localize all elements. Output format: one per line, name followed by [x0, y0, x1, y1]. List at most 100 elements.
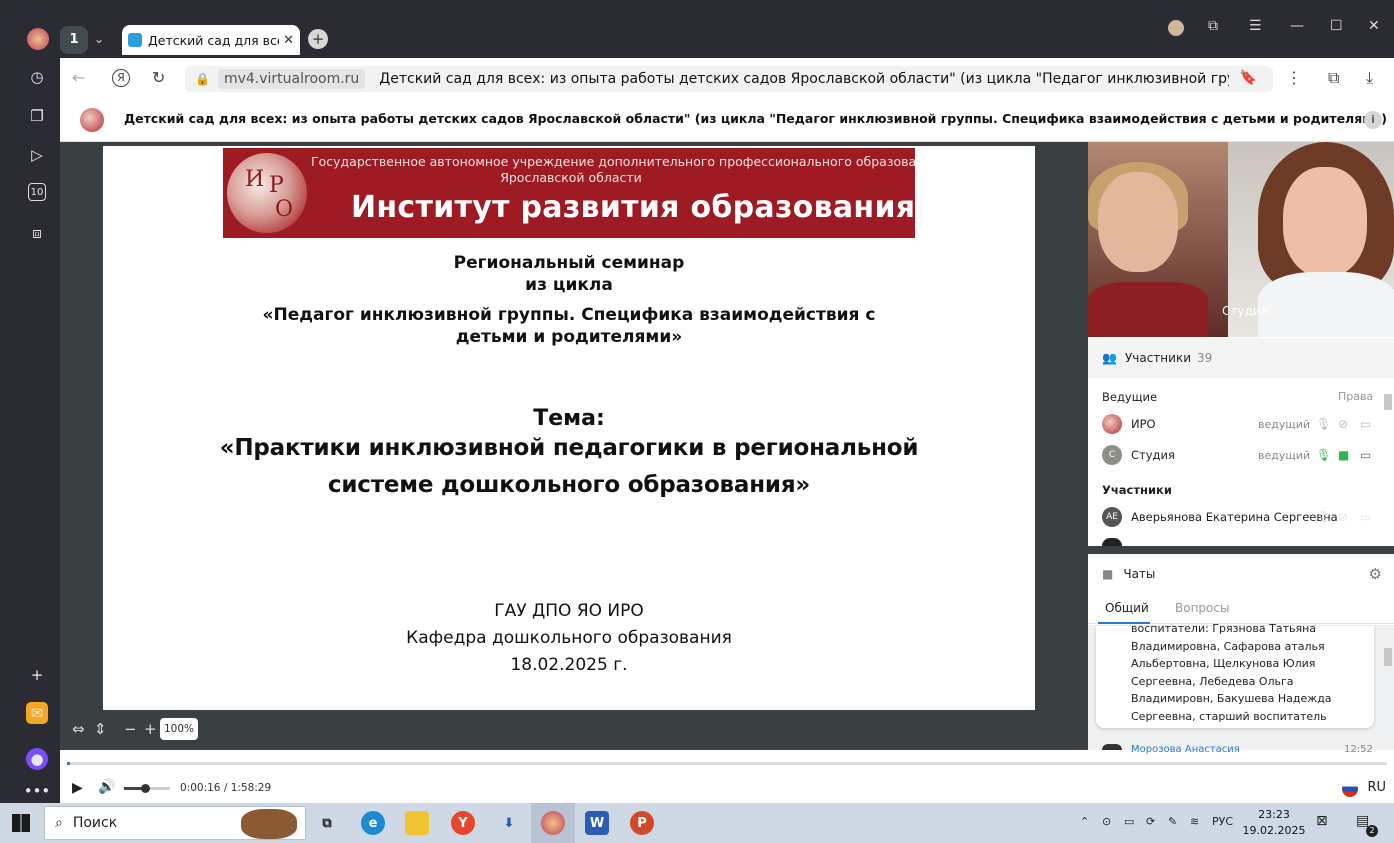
screen-share-icon[interactable]: ▭ [1360, 417, 1371, 431]
chat-message-text: воспитатели: Грязнова Татьяна Владимиров… [1131, 622, 1332, 722]
bookmark-icon[interactable]: 🔖 [1240, 70, 1257, 86]
profile-avatar[interactable] [27, 28, 49, 50]
seminar-line-2: из цикла [525, 275, 613, 295]
zoom-level[interactable]: 100% [160, 718, 198, 740]
maximize-icon[interactable]: ☐ [1330, 18, 1343, 34]
participant-row[interactable]: С Студия ведущий 🎙 ■ ▭ [1102, 444, 1378, 466]
start-icon[interactable] [12, 814, 30, 832]
mail-icon[interactable]: ✉ [26, 702, 48, 724]
task-view-icon[interactable]: ⧉ [315, 811, 339, 835]
url-field[interactable]: 🔒 mv4.virtualroom.ru Детский сад для все… [185, 66, 1273, 92]
fit-page-icon[interactable]: ⇕ [94, 720, 107, 738]
participants-header[interactable]: 👥 Участники 39 [1088, 338, 1394, 378]
app-icon[interactable]: ⬇ [497, 811, 521, 835]
sync-icon[interactable]: ⟳ [1146, 815, 1155, 828]
video-icon[interactable]: ▷ [26, 144, 48, 166]
chat-time: 12:52 [1344, 744, 1373, 755]
tab-general[interactable]: Общий [1105, 601, 1149, 615]
clock[interactable]: 23:23 19.02.2025 [1240, 807, 1308, 839]
camera-on-icon[interactable]: ■ [1338, 448, 1349, 462]
new-tab-button[interactable]: + [308, 29, 328, 49]
volume-icon[interactable]: 🔊 [98, 779, 115, 795]
tab-questions[interactable]: Вопросы [1175, 601, 1229, 615]
page-menu-icon[interactable]: ⋮ [1286, 68, 1302, 87]
downloads-icon[interactable]: ⤓ [1366, 68, 1373, 88]
alice-icon[interactable]: ● [26, 748, 48, 770]
camera-off-icon[interactable]: ⊘ [1338, 417, 1348, 431]
mic-off-icon[interactable]: 🎙 [1316, 417, 1331, 431]
calendar-icon[interactable]: 10 [28, 183, 46, 201]
powerpoint-icon[interactable]: P [630, 811, 654, 835]
face-shape [1283, 167, 1367, 277]
yandex-active-icon[interactable] [541, 811, 565, 835]
zoom-in-button[interactable]: + [144, 720, 157, 738]
input-language[interactable]: РУС [1212, 815, 1233, 828]
explorer-icon[interactable] [405, 811, 429, 835]
participants-title: Участники [1124, 351, 1191, 365]
language-label[interactable]: RU [1367, 780, 1386, 795]
active-tab[interactable]: Детский сад для всех: ✕ [122, 25, 300, 55]
chat-header: ■ Чаты ⚙ [1088, 554, 1394, 594]
zoom-out-button[interactable]: − [124, 720, 137, 738]
screenshot-icon[interactable]: ⧈ [26, 222, 48, 244]
chat-scrollbar[interactable] [1384, 648, 1392, 666]
more-icon[interactable]: ••• [24, 780, 51, 802]
extensions-icon[interactable]: ⧉ [1328, 68, 1339, 88]
progress-fill [67, 762, 70, 765]
pen-icon[interactable]: ✎ [1168, 815, 1177, 828]
word-icon[interactable]: W [585, 811, 609, 835]
avatar: АЕ [1102, 507, 1122, 527]
otter-icon [241, 809, 297, 839]
info-icon[interactable]: i [1364, 111, 1382, 129]
cycle-line-1: «Педагог инклюзивной группы. Специфика в… [262, 305, 876, 325]
bookmarks-icon[interactable]: ❐ [26, 105, 48, 127]
collections-icon[interactable]: ⧉ [1208, 18, 1218, 34]
close-window-icon[interactable]: ✕ [1368, 18, 1380, 34]
participant-role: ведущий [1258, 417, 1311, 431]
theme-label: Тема: [533, 406, 605, 431]
yandex-icon[interactable]: Я [112, 69, 130, 87]
account-icon[interactable] [1168, 20, 1184, 36]
reload-icon[interactable]: ↻ [152, 68, 165, 87]
minimize-icon[interactable]: — [1290, 18, 1304, 34]
add-panel-icon[interactable]: + [26, 664, 48, 686]
tabs-dropdown-icon[interactable]: ⌄ [94, 32, 104, 46]
theme-line-1: «Практики инклюзивной педагогики в регио… [219, 435, 919, 461]
desktop-icon[interactable]: ⊠ [1316, 813, 1328, 829]
volume-slider[interactable] [124, 784, 170, 793]
tray-app-icon[interactable]: ⊙ [1102, 815, 1111, 828]
settings-icon[interactable]: ⚙ [1369, 565, 1382, 583]
mic-on-icon[interactable]: 🎙 [1316, 448, 1331, 462]
slide-date: 18.02.2025 г. [510, 655, 628, 675]
edge-icon[interactable]: e [361, 811, 385, 835]
playback-time: 0:00:16 / 1:58:29 [180, 782, 272, 794]
taskbar-search[interactable]: ⌕ Поиск [44, 806, 306, 840]
menu-icon[interactable]: ☰ [1249, 18, 1262, 34]
screen-share-icon[interactable]: ▭ [1360, 448, 1371, 462]
iro-emblem: И Р О [227, 153, 307, 233]
progress-track[interactable] [67, 762, 1387, 765]
tray-chevron-icon[interactable]: ⌃ [1080, 815, 1089, 828]
participant-row[interactable]: ИРО ведущий 🎙 ⊘ ▭ [1102, 413, 1378, 435]
wifi-icon[interactable]: ≋ [1190, 815, 1199, 828]
camera-off-icon[interactable]: ⊘ [1338, 510, 1348, 524]
play-button[interactable]: ▶ [72, 780, 83, 796]
screen-share-icon[interactable]: ▭ [1360, 510, 1371, 524]
rights-label: Права [1338, 390, 1374, 403]
url-host: mv4.virtualroom.ru [217, 69, 366, 89]
close-tab-icon[interactable]: ✕ [283, 33, 294, 48]
volume-knob[interactable] [140, 784, 150, 793]
mic-off-icon[interactable]: 🎙 [1316, 510, 1331, 524]
participant-row[interactable]: АЕ Аверьянова Екатерина Сергеевна 🎙 ⊘ ▭ [1102, 506, 1378, 528]
video-label: Студия [1222, 304, 1268, 318]
taskbar: ⌕ Поиск ⧉ e Y ⬇ W P ⌃ ⊙ ▭ ⟳ ✎ ≋ 🔊 РУС 23… [0, 803, 1394, 843]
history-icon[interactable]: ◷ [26, 66, 48, 88]
search-label: Поиск [72, 815, 118, 831]
fit-width-icon[interactable]: ⇔ [72, 720, 85, 738]
participants-scrollbar[interactable] [1384, 394, 1392, 410]
tab-counter-button[interactable]: 1 [60, 26, 88, 54]
event-title: Детский сад для всех: из опыта работы де… [124, 111, 1387, 126]
battery-icon[interactable]: ▭ [1124, 815, 1134, 828]
back-icon[interactable]: ← [72, 68, 85, 87]
yandex-browser-icon[interactable]: Y [451, 811, 475, 835]
